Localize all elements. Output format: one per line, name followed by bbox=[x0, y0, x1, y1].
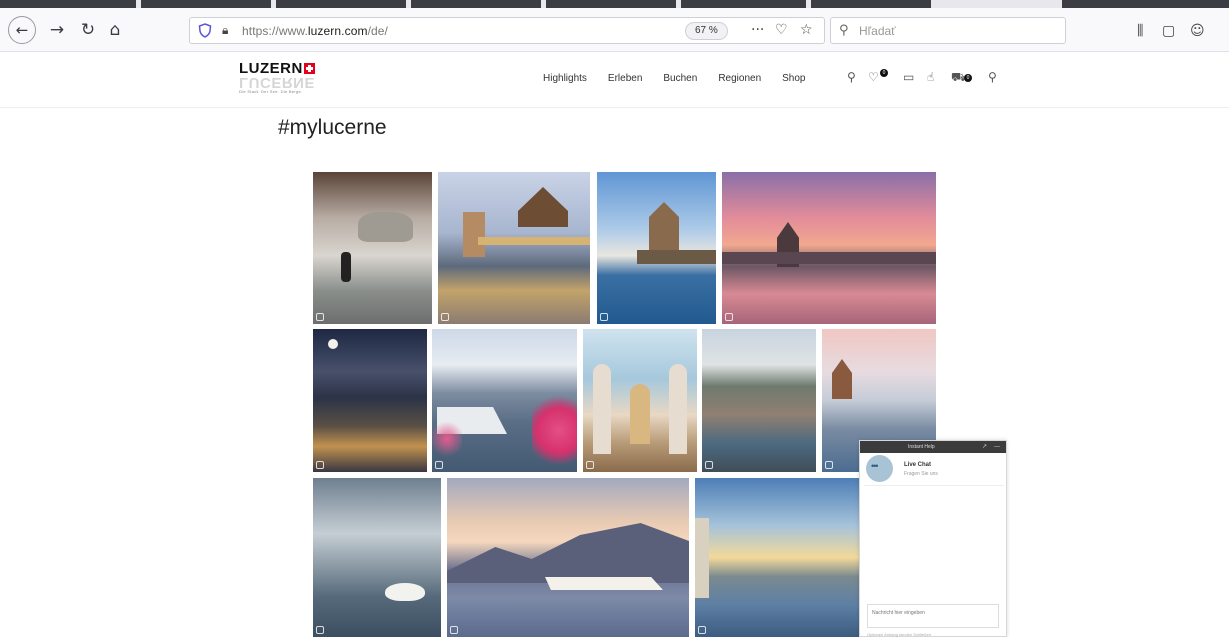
browser-tab[interactable] bbox=[681, 0, 806, 8]
instagram-icon bbox=[316, 626, 324, 634]
zoom-level-badge[interactable]: 67 % bbox=[685, 22, 728, 40]
photo-tile-swan-on-lake[interactable] bbox=[313, 478, 441, 637]
chat-message-input[interactable] bbox=[867, 604, 999, 628]
shield-icon[interactable] bbox=[198, 23, 212, 38]
hand-icon[interactable]: ☝ bbox=[927, 70, 934, 84]
nav-highlights[interactable]: Highlights bbox=[543, 73, 587, 84]
browser-toolbar: ← → ↻ ⌂ 🔒︎ https://www.luzern.com/de/ 67… bbox=[0, 8, 1229, 52]
photo-tile-jesuit-church-interior[interactable] bbox=[583, 329, 697, 472]
instagram-icon bbox=[435, 461, 443, 469]
chat-agent-subtitle: Fragen Sie uns bbox=[904, 471, 938, 477]
photo-tile-chapel-bridge-blue-sky[interactable] bbox=[597, 172, 716, 324]
address-bar[interactable]: 🔒︎ https://www.luzern.com/de/ 67 % ··· ♡… bbox=[189, 17, 825, 44]
photo-tile-lucerne-night-moon[interactable] bbox=[313, 329, 427, 472]
wishlist-count-badge: 0 bbox=[880, 69, 888, 77]
chat-footer-actions[interactable]: Optionen Anhang senden Schließen bbox=[867, 632, 931, 637]
sidebar-icon[interactable]: ▢ bbox=[1162, 23, 1175, 39]
photo-tile-steamboat-blossoms[interactable] bbox=[432, 329, 577, 472]
instagram-icon bbox=[725, 313, 733, 321]
nav-shop[interactable]: Shop bbox=[782, 73, 805, 84]
more-icon[interactable]: ··· bbox=[751, 22, 764, 38]
browser-tab[interactable] bbox=[276, 0, 406, 8]
page-title: #mylucerne bbox=[278, 116, 387, 139]
logo-mirror-text: LUCERNE bbox=[239, 77, 316, 88]
logo-tagline: Die Stadt. Der See. Die Berge. bbox=[239, 89, 303, 94]
site-header: LUZERN LUCERNE Die Stadt. Der See. Die B… bbox=[0, 52, 1229, 108]
search-input[interactable] bbox=[859, 22, 1059, 40]
instagram-icon bbox=[705, 461, 713, 469]
lock-icon[interactable]: 🔒︎ bbox=[222, 23, 228, 38]
chat-header: Instant Help ↗ — bbox=[860, 441, 1006, 453]
nav-buchen[interactable]: Buchen bbox=[663, 73, 697, 84]
tab-strip bbox=[0, 0, 1229, 8]
search-bar[interactable]: ⚲ bbox=[830, 17, 1066, 44]
cart-count-badge: 0 bbox=[964, 74, 972, 82]
photo-tile-chapel-bridge-dusk[interactable] bbox=[438, 172, 590, 324]
logo-text: LUZERN bbox=[239, 60, 303, 77]
luzern-logo[interactable]: LUZERN LUCERNE Die Stadt. Der See. Die B… bbox=[239, 60, 339, 100]
photo-tile-paddle-steamer-mountains[interactable] bbox=[447, 478, 689, 637]
instagram-icon bbox=[441, 313, 449, 321]
instagram-icon bbox=[450, 626, 458, 634]
browser-tab[interactable] bbox=[811, 0, 931, 8]
location-pin-icon[interactable]: ⚲ bbox=[847, 70, 856, 84]
main-navigation: Highlights Erleben Buchen Regionen Shop bbox=[543, 73, 826, 84]
browser-tab[interactable] bbox=[1062, 0, 1229, 8]
instagram-icon bbox=[698, 626, 706, 634]
search-icon[interactable]: ⚲ bbox=[988, 70, 997, 84]
browser-tab[interactable] bbox=[546, 0, 676, 8]
browser-tab[interactable] bbox=[141, 0, 271, 8]
reload-icon[interactable]: ↻ bbox=[75, 17, 101, 43]
chat-divider bbox=[864, 485, 1004, 486]
live-chat-widget: Instant Help ↗ — Live Chat Fragen Sie un… bbox=[859, 440, 1007, 637]
popout-icon[interactable]: ↗ bbox=[982, 441, 987, 453]
chat-agent-avatar bbox=[866, 455, 893, 482]
chat-header-title: Instant Help bbox=[908, 444, 935, 450]
swiss-cross-icon bbox=[303, 63, 315, 74]
library-icon[interactable]: ⫼ bbox=[1137, 23, 1143, 39]
video-camera-icon[interactable]: ▭ bbox=[903, 70, 914, 84]
photo-tile-chapel-bridge-pink-sunset[interactable] bbox=[722, 172, 936, 324]
chat-agent-name: Live Chat bbox=[904, 462, 932, 468]
instagram-icon bbox=[316, 461, 324, 469]
instagram-icon bbox=[316, 313, 324, 321]
star-icon[interactable]: ☆ bbox=[800, 22, 813, 38]
instagram-icon bbox=[586, 461, 594, 469]
url-text[interactable]: https://www.luzern.com/de/ bbox=[242, 24, 388, 38]
account-icon[interactable]: ☺ bbox=[1190, 23, 1205, 39]
minimize-icon[interactable]: — bbox=[994, 441, 1000, 453]
photo-tile-lucerne-aerial-view[interactable] bbox=[702, 329, 816, 472]
browser-tab[interactable] bbox=[411, 0, 541, 8]
photo-tile-lion-monument[interactable] bbox=[313, 172, 432, 324]
forward-arrow-icon[interactable]: → bbox=[44, 17, 70, 43]
photo-tile-lakefront-sunset[interactable] bbox=[695, 478, 859, 637]
nav-erleben[interactable]: Erleben bbox=[608, 73, 642, 84]
instagram-icon bbox=[600, 313, 608, 321]
search-icon: ⚲ bbox=[839, 23, 849, 38]
back-arrow-icon[interactable]: ← bbox=[8, 16, 36, 44]
home-icon[interactable]: ⌂ bbox=[102, 17, 128, 43]
instagram-icon bbox=[825, 461, 833, 469]
nav-regionen[interactable]: Regionen bbox=[718, 73, 761, 84]
browser-tab[interactable] bbox=[0, 0, 136, 8]
pocket-icon[interactable]: ♡ bbox=[775, 22, 788, 38]
heart-icon[interactable]: ♡ bbox=[868, 70, 879, 84]
